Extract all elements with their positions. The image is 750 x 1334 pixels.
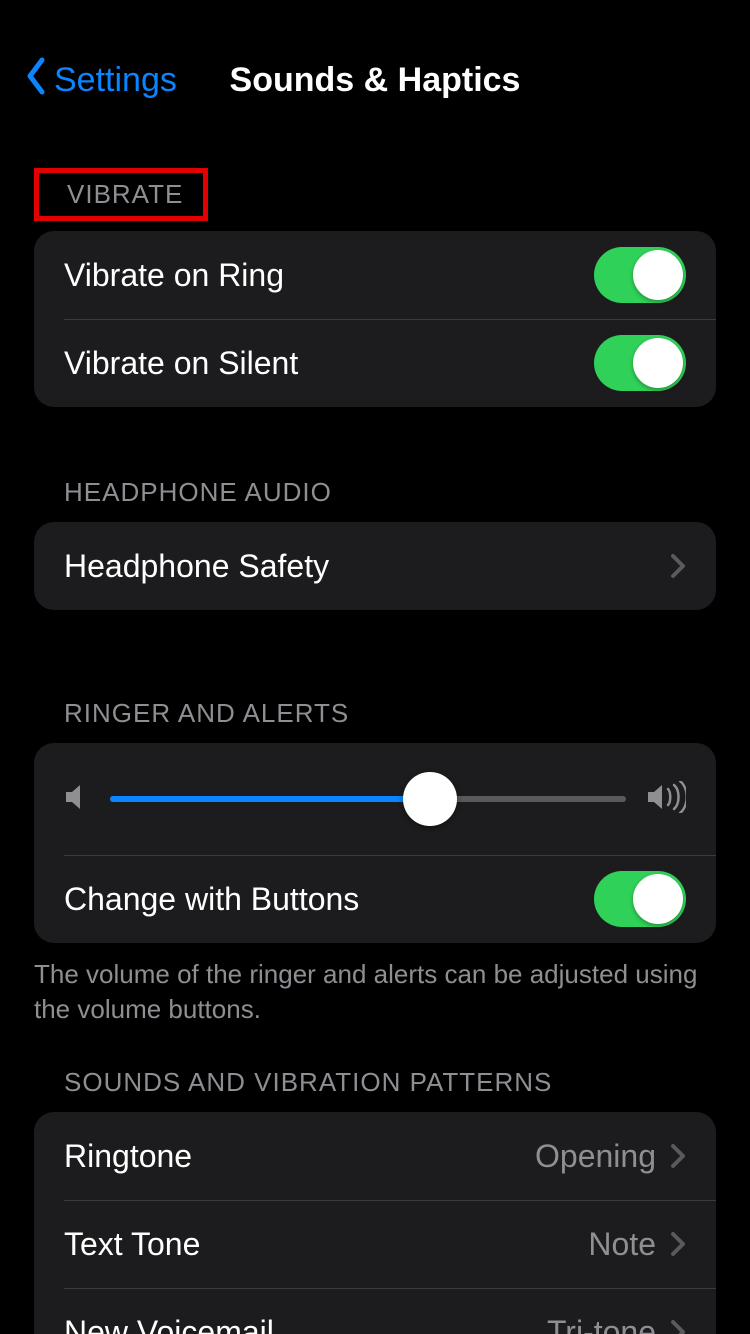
toggle-vibrate-on-ring[interactable] bbox=[594, 247, 686, 303]
row-headphone-safety[interactable]: Headphone Safety bbox=[34, 522, 716, 610]
group-patterns: Ringtone Opening Text Tone Note New Voic… bbox=[34, 1112, 716, 1334]
row-label: Text Tone bbox=[64, 1226, 588, 1263]
volume-high-icon bbox=[646, 781, 686, 818]
chevron-right-icon bbox=[670, 1231, 686, 1257]
back-label: Settings bbox=[54, 61, 177, 100]
group-vibrate: Vibrate on Ring Vibrate on Silent bbox=[34, 231, 716, 407]
section-header-patterns: SOUNDS AND VIBRATION PATTERNS bbox=[0, 1067, 750, 1112]
toggle-vibrate-on-silent[interactable] bbox=[594, 335, 686, 391]
chevron-left-icon bbox=[24, 56, 48, 105]
row-label: Vibrate on Ring bbox=[64, 257, 594, 294]
back-button[interactable]: Settings bbox=[0, 56, 177, 105]
row-change-with-buttons[interactable]: Change with Buttons bbox=[34, 855, 716, 943]
row-new-voicemail[interactable]: New Voicemail Tri-tone bbox=[34, 1288, 716, 1334]
row-volume-slider bbox=[34, 743, 716, 855]
row-value: Opening bbox=[535, 1138, 656, 1175]
row-ringtone[interactable]: Ringtone Opening bbox=[34, 1112, 716, 1200]
row-label: Headphone Safety bbox=[64, 548, 670, 585]
row-label: Ringtone bbox=[64, 1138, 535, 1175]
row-value: Note bbox=[588, 1226, 656, 1263]
section-header-vibrate: VIBRATE bbox=[34, 168, 208, 221]
row-vibrate-on-silent[interactable]: Vibrate on Silent bbox=[34, 319, 716, 407]
row-text-tone[interactable]: Text Tone Note bbox=[34, 1200, 716, 1288]
toggle-change-with-buttons[interactable] bbox=[594, 871, 686, 927]
group-ringer: Change with Buttons bbox=[34, 743, 716, 943]
chevron-right-icon bbox=[670, 1319, 686, 1334]
row-value: Tri-tone bbox=[547, 1314, 656, 1334]
row-label: New Voicemail bbox=[64, 1314, 547, 1334]
content-scroll[interactable]: VIBRATE Vibrate on Ring Vibrate on Silen… bbox=[0, 110, 750, 1334]
section-footer-ringer: The volume of the ringer and alerts can … bbox=[0, 943, 750, 1027]
chevron-right-icon bbox=[670, 553, 686, 579]
row-label: Change with Buttons bbox=[64, 881, 594, 918]
row-label: Vibrate on Silent bbox=[64, 345, 594, 382]
volume-low-icon bbox=[64, 782, 90, 817]
group-headphone: Headphone Safety bbox=[34, 522, 716, 610]
row-vibrate-on-ring[interactable]: Vibrate on Ring bbox=[34, 231, 716, 319]
chevron-right-icon bbox=[670, 1143, 686, 1169]
section-header-headphone: HEADPHONE AUDIO bbox=[0, 477, 750, 522]
section-header-ringer: RINGER AND ALERTS bbox=[0, 698, 750, 743]
volume-slider[interactable] bbox=[110, 771, 626, 827]
navigation-bar: Settings Sounds & Haptics bbox=[0, 0, 750, 110]
